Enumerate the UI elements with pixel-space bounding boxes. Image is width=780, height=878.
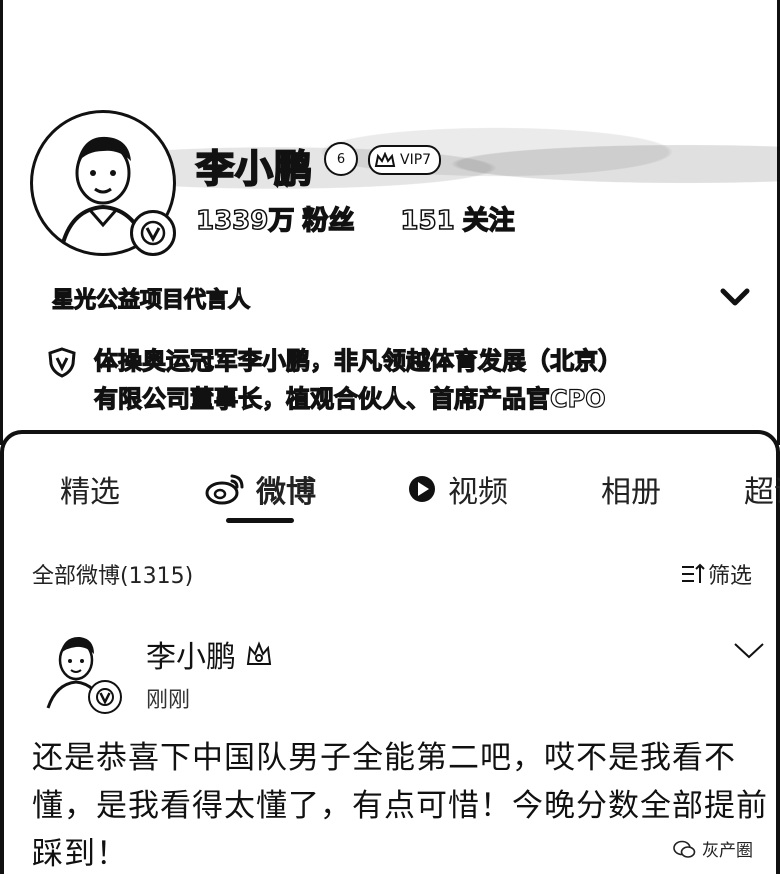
post-author-name: 李小鹏 bbox=[146, 640, 236, 675]
tab-featured[interactable]: 精选 bbox=[60, 464, 120, 514]
post-author[interactable]: 李小鹏 bbox=[146, 632, 274, 676]
wechat-icon bbox=[673, 840, 696, 858]
profile-tabs: 精选 微博 视频 相册 超话 bbox=[4, 464, 780, 524]
crown-badge-icon bbox=[246, 641, 272, 665]
followers-count: 1339万 bbox=[195, 205, 295, 237]
weibo-logo-icon bbox=[205, 474, 244, 505]
expand-chevron-icon[interactable] bbox=[716, 282, 754, 312]
tab-label: 视频 bbox=[448, 475, 508, 510]
post-menu-chevron-icon[interactable] bbox=[732, 638, 766, 662]
filter-bar: 全部微博(1315) 筛选 bbox=[4, 554, 780, 594]
bio-line: 体操奥运冠军李小鹏，非凡领越体育发展（北京） bbox=[93, 346, 622, 375]
profile-header: 李小鹏 6 VIP7 1339万 粉丝 151 关注 星光公益项目代言人 体操奥运冠… bbox=[0, 0, 780, 445]
filter-label: 筛选 bbox=[708, 564, 753, 589]
watermark: 灰产圈 bbox=[672, 836, 753, 861]
tab-weibo[interactable]: 微博 bbox=[204, 464, 316, 514]
level-badge[interactable]: 6 bbox=[324, 142, 358, 176]
tab-supertopic[interactable]: 超话 bbox=[744, 464, 780, 514]
tab-label: 超话 bbox=[744, 475, 780, 510]
verified-v-icon bbox=[130, 210, 176, 256]
watermark-label: 灰产圈 bbox=[702, 841, 753, 861]
vip-label: VIP7 bbox=[400, 152, 432, 168]
tab-label: 微博 bbox=[256, 475, 316, 510]
tab-label: 精选 bbox=[60, 475, 120, 510]
post-content: 还是恭喜下中国队男子全能第二吧，哎不是我看不懂，是我看得太懂了，有点可惜！今晚分… bbox=[32, 740, 768, 872]
tab-album[interactable]: 相册 bbox=[601, 464, 661, 514]
tab-video[interactable]: 视频 bbox=[406, 464, 508, 514]
followers-stat[interactable]: 1339万 粉丝 bbox=[195, 200, 356, 237]
video-play-icon bbox=[409, 476, 435, 502]
profile-name: 李小鹏 bbox=[195, 146, 314, 192]
filter-button[interactable]: 筛选 bbox=[680, 558, 752, 590]
followers-label: 粉丝 bbox=[302, 205, 356, 237]
all-weibo-count[interactable]: 全部微博(1315) bbox=[32, 558, 193, 590]
shield-verified-icon bbox=[48, 347, 76, 378]
following-count: 151 bbox=[400, 205, 456, 237]
bio-line: 有限公司董事长，植观合伙人、首席产品官CPO bbox=[93, 384, 606, 413]
ambassador-title: 星光公益项目代言人 bbox=[51, 287, 251, 313]
content-card: 精选 微博 视频 相册 超话 全部微博(1315) bbox=[0, 430, 780, 874]
vip-badge[interactable]: VIP7 bbox=[368, 145, 442, 175]
frame-line bbox=[0, 0, 3, 445]
following-stat[interactable]: 151 关注 bbox=[400, 200, 516, 237]
verified-v-icon bbox=[88, 680, 122, 714]
tab-label: 相册 bbox=[601, 475, 661, 510]
active-tab-indicator bbox=[226, 518, 294, 523]
filter-sort-icon bbox=[682, 563, 705, 583]
profile-stats: 1339万 粉丝 151 关注 bbox=[195, 200, 516, 237]
crown-icon bbox=[374, 152, 396, 167]
following-label: 关注 bbox=[462, 205, 516, 237]
post-timestamp: 刚刚 bbox=[146, 688, 191, 713]
